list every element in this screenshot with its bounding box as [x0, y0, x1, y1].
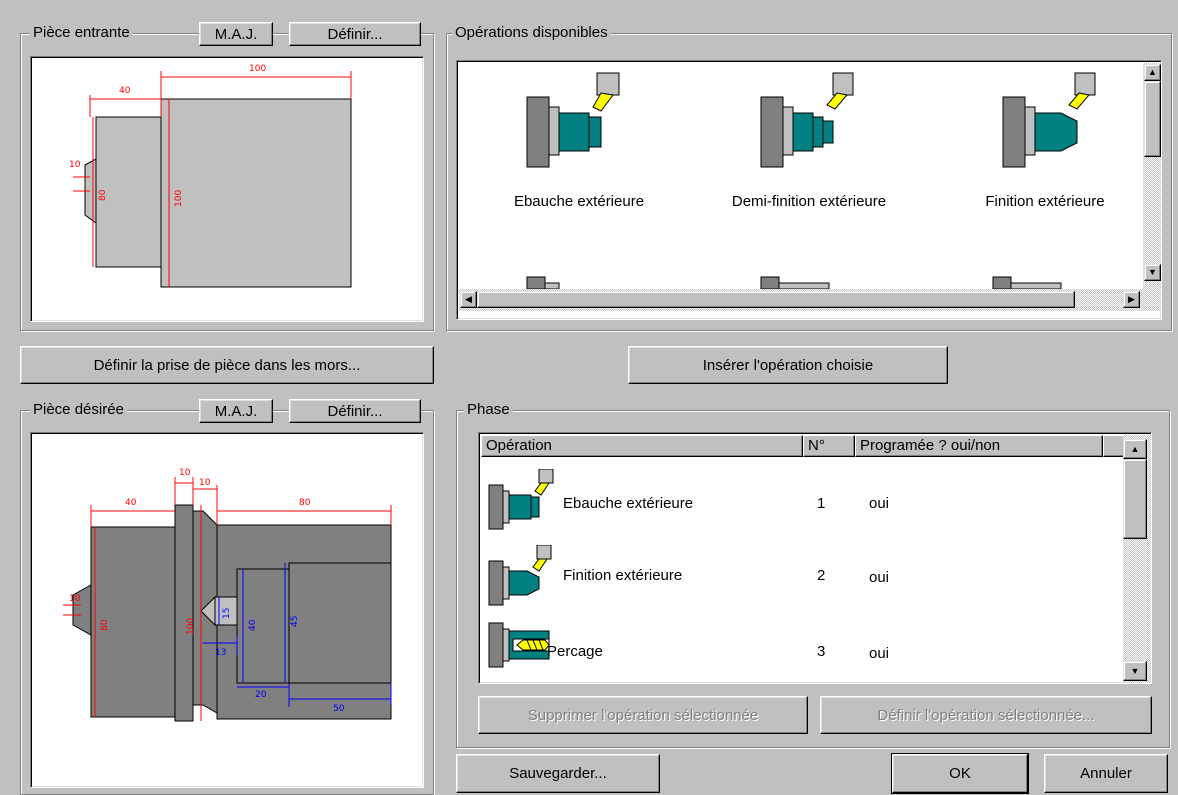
desired-dim-13: 13	[215, 648, 226, 658]
incoming-dim-dia100: 100	[174, 190, 184, 207]
column-header-operation[interactable]: Opération	[481, 435, 803, 457]
finish-turning-icon	[488, 545, 552, 606]
rough-turning-icon	[488, 469, 554, 530]
table-row[interactable]: Ebauche extérieure 1 oui	[481, 457, 1131, 531]
available-op-2[interactable]: Demi-finition extérieure	[693, 67, 925, 217]
row-1-number: 1	[817, 495, 826, 512]
scroll-up-icon[interactable]: ▲	[1144, 64, 1161, 81]
rough-turning-icon	[526, 72, 620, 168]
scroll-down-icon[interactable]: ▼	[1144, 264, 1161, 281]
row-1-operation: Ebauche extérieure	[563, 495, 694, 512]
available-ops-vscroll-thumb[interactable]	[1144, 81, 1161, 157]
desired-dim-40: 40	[125, 498, 137, 508]
desired-dim-10a: 10	[179, 468, 191, 478]
cancel-button[interactable]: Annuler	[1044, 754, 1168, 793]
desired-dim-80: 80	[299, 498, 311, 508]
desired-part-title: Pièce désirée	[30, 402, 127, 418]
available-ops-list[interactable]: Ebauche extérieure Demi-finition extérie…	[456, 60, 1162, 320]
row-3-programmed: oui	[869, 645, 890, 662]
desired-dim-40b: 40	[248, 619, 258, 631]
ok-button[interactable]: OK	[891, 753, 1029, 794]
desired-maj-button[interactable]: M.A.J.	[199, 399, 273, 423]
desired-dim-45: 45	[290, 616, 300, 627]
desired-dim-20: 20	[255, 690, 267, 700]
finish-turning-icon	[1002, 72, 1096, 168]
define-chuck-button[interactable]: Définir la prise de pièce dans les mors.…	[20, 346, 434, 384]
available-op-2-label: Demi-finition extérieure	[731, 193, 887, 210]
incoming-maj-button[interactable]: M.A.J.	[199, 22, 273, 46]
semi-finish-turning-icon	[760, 72, 854, 168]
row-2-number: 2	[817, 567, 826, 584]
column-header-number[interactable]: N°	[803, 435, 855, 457]
delete-operation-button[interactable]: Supprimer l'opération sélectionnée	[478, 696, 808, 734]
partial-op-icon	[992, 276, 1062, 289]
available-op-1-label: Ebauche extérieure	[513, 193, 645, 210]
available-op-3[interactable]: Finition extérieure	[935, 67, 1155, 217]
available-op-3-label: Finition extérieure	[985, 193, 1105, 210]
insert-operation-button[interactable]: Insérer l'opération choisie	[628, 346, 948, 384]
desired-dim-15: 15	[222, 608, 232, 619]
available-op-1[interactable]: Ebauche extérieure	[463, 67, 681, 217]
row-3-operation: Percage	[547, 643, 603, 660]
desired-dim-10b: 10	[199, 478, 211, 488]
row-3-number: 3	[817, 643, 826, 660]
phase-title: Phase	[464, 402, 513, 418]
desired-dim-50: 50	[333, 704, 345, 714]
partial-op-icon	[526, 276, 560, 289]
available-ops-hscroll-thumb[interactable]	[477, 291, 1075, 308]
incoming-part-title: Pièce entrante	[30, 25, 133, 41]
column-header-programmed[interactable]: Programée ? oui/non	[855, 435, 1103, 457]
define-operation-button[interactable]: Définir l'opération sélectionnée...	[820, 696, 1152, 734]
desired-dim-dia80: 80	[100, 619, 110, 631]
incoming-define-button[interactable]: Définir...	[289, 22, 421, 46]
available-ops-title: Opérations disponibles	[452, 25, 611, 41]
incoming-dim-100: 100	[249, 64, 266, 74]
table-row[interactable]: Finition extérieure 2 oui	[481, 531, 1131, 606]
desired-dim-dia100: 100	[186, 618, 196, 635]
desired-define-button[interactable]: Définir...	[289, 399, 421, 423]
row-1-programmed: oui	[869, 495, 890, 512]
scroll-right-icon[interactable]: ▶	[1123, 291, 1140, 308]
partial-op-icon	[760, 276, 830, 289]
scroll-down-icon[interactable]: ▼	[1123, 661, 1147, 681]
incoming-dim-10: 10	[69, 160, 81, 170]
phase-table[interactable]: Opération N° Programée ? oui/non Ebauche…	[478, 432, 1152, 684]
incoming-dim-80: 80	[98, 189, 108, 201]
table-row[interactable]: Percage 3 oui	[481, 605, 1131, 679]
scroll-left-icon[interactable]: ◀	[460, 291, 477, 308]
row-2-operation: Finition extérieure	[563, 567, 683, 584]
desired-dim-10c: 10	[69, 594, 81, 604]
phase-vscroll-thumb[interactable]	[1123, 459, 1147, 539]
desired-part-drawing: 40 10 10 80 10 80 100 15 40 45 13 20 50	[30, 432, 424, 788]
incoming-dim-40: 40	[119, 86, 131, 96]
incoming-part-drawing: 40 100 10 80 100	[30, 56, 424, 322]
scroll-up-icon[interactable]: ▲	[1123, 439, 1147, 459]
save-button[interactable]: Sauvegarder...	[456, 754, 660, 793]
row-2-programmed: oui	[869, 569, 890, 586]
